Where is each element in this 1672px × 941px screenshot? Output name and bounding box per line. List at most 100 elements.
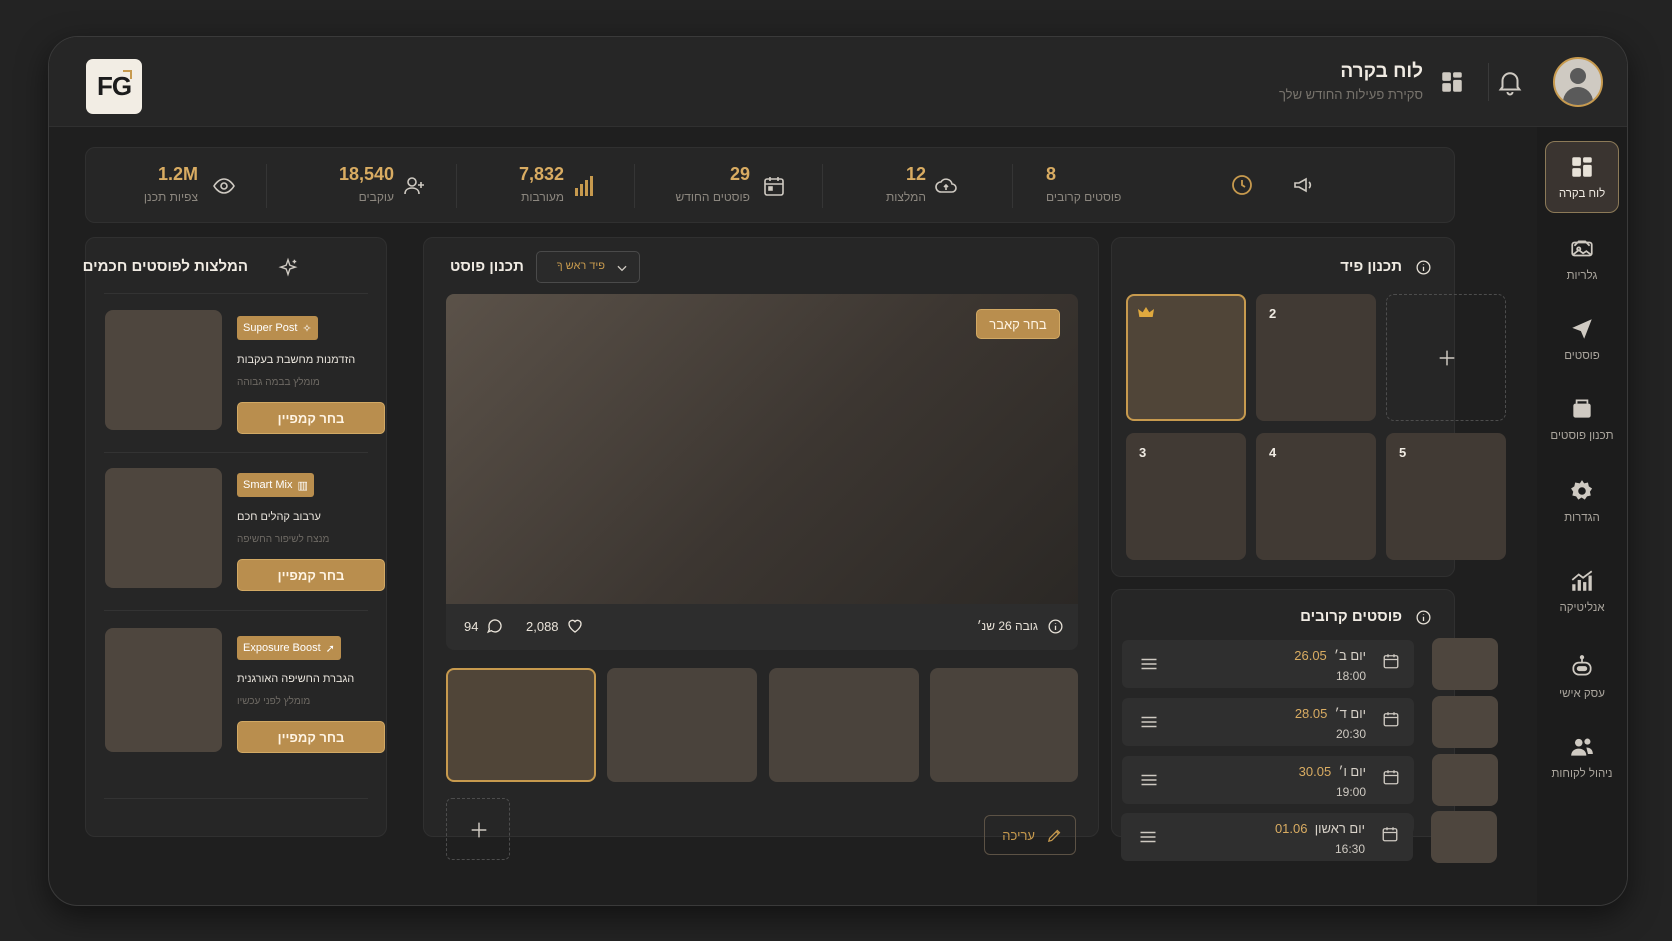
- top-bar: FG לוח בקרה סקירת פעילות החודש שלך: [49, 37, 1627, 127]
- recommendation-subtitle: מומלץ בבמה גבוהה: [237, 377, 320, 388]
- recommendation-thumbnail[interactable]: [105, 628, 222, 752]
- tag-smart-mix: Smart Mix ▥: [237, 473, 314, 497]
- choose-campaign-button[interactable]: בחר קמפיין: [237, 559, 385, 591]
- choose-campaign-button[interactable]: בחר קמפיין: [237, 402, 385, 434]
- stat-monthly-posts: 29 פוסטים החודש: [656, 164, 786, 208]
- recommendation-title: הגברת החשיפה האורגנית: [237, 673, 355, 685]
- megaphone-icon[interactable]: [1292, 173, 1316, 197]
- plus-icon: [471, 822, 487, 838]
- drag-handle-icon[interactable]: [1140, 656, 1158, 672]
- post-frame-3[interactable]: [769, 668, 919, 782]
- plus-icon: [1439, 350, 1455, 366]
- drag-handle-icon[interactable]: [1140, 772, 1158, 788]
- stat-views: 1.2M צפיות תכנן: [142, 164, 262, 208]
- comments-count: 94: [464, 619, 479, 634]
- robot-icon: [1572, 655, 1592, 676]
- nav-business[interactable]: עסק אישי: [1545, 641, 1619, 713]
- feed-tile-1[interactable]: [1126, 294, 1246, 421]
- feed-tile-3[interactable]: 3: [1126, 433, 1246, 560]
- nav-settings[interactable]: הגדרות: [1545, 465, 1619, 537]
- cloud-icon: [935, 178, 957, 193]
- calendar-icon: [1383, 712, 1399, 727]
- upcoming-post-thumbnail[interactable]: [1432, 696, 1498, 748]
- post-preview-image[interactable]: [446, 294, 1078, 604]
- calendar-icon: [1383, 654, 1399, 669]
- tag-super-post: Super Post ✧: [237, 316, 318, 340]
- recommendation-title: הזדמנות מחשבת בעקבות: [237, 354, 356, 366]
- grid-icon[interactable]: [1439, 69, 1465, 95]
- post-frame-4[interactable]: [930, 668, 1078, 782]
- recommendation-thumbnail[interactable]: [105, 310, 222, 430]
- user-plus-icon: [404, 177, 424, 195]
- recommendations-title: המלצות לפוסטים חכמים: [82, 258, 248, 275]
- upcoming-post-thumbnail[interactable]: [1432, 754, 1498, 806]
- nav-dashboard[interactable]: לוח בקרה: [1545, 141, 1619, 213]
- analytics-icon: [1571, 570, 1593, 591]
- info-icon[interactable]: [1047, 618, 1064, 635]
- pencil-icon: [1047, 829, 1061, 843]
- page-subtitle: סקירת פעילות החודש שלך: [1279, 87, 1423, 102]
- nav-post-planning[interactable]: תכנון פוסטים: [1545, 383, 1619, 455]
- feed-tile-2[interactable]: 2: [1256, 294, 1376, 421]
- upcoming-post-row[interactable]: יום ראשון 01.06 16:30: [1121, 813, 1413, 861]
- recommendation-title: ערבוב קהלים חכם: [237, 511, 321, 523]
- choose-campaign-button[interactable]: בחר קמפיין: [237, 721, 385, 753]
- comment-icon[interactable]: [486, 617, 504, 635]
- planner-icon: [1573, 399, 1591, 418]
- app-window: FG לוח בקרה סקירת פעילות החודש שלך לוח ב…: [48, 36, 1628, 906]
- feed-dropdown[interactable]: פיד ראש ךָ: [536, 251, 640, 283]
- edit-button[interactable]: עריכה: [984, 815, 1076, 855]
- upcoming-post-thumbnail[interactable]: [1432, 638, 1498, 690]
- feed-tile-5[interactable]: 5: [1386, 433, 1506, 560]
- choose-cover-button[interactable]: בחר קאבר: [976, 309, 1060, 339]
- page-title: לוח בקרה: [1340, 61, 1423, 82]
- post-planner-panel: תכנון פוסט פיד ראש ךָ בחר קאבר 94 2,088 …: [423, 237, 1099, 860]
- upcoming-post-row[interactable]: יום ד׳ 28.05 20:30: [1122, 698, 1414, 746]
- recommendations-panel: המלצות לפוסטים חכמים Super Post ✧ הזדמנות…: [82, 237, 387, 837]
- crown-icon: [1138, 307, 1154, 317]
- stat-recommendations: 12 המלצות: [842, 164, 962, 208]
- stats-bar: 1.2M צפיות תכנן 18,540 עוקבים 7,832 מעור…: [85, 147, 1455, 223]
- upcoming-posts-panel: פוסטים קרובים יום ב׳ 26.05 18:00 יום ד׳ …: [1111, 589, 1498, 837]
- calendar-icon: [764, 177, 784, 196]
- bell-icon[interactable]: [1495, 67, 1525, 97]
- recommendation-subtitle: מומלץ לפני עכשיו: [237, 696, 311, 707]
- feed-tile-4[interactable]: 4: [1256, 433, 1376, 560]
- feed-planner-panel: תכנון פיד 2 3 4 5: [1111, 237, 1506, 577]
- nav-clients[interactable]: ניהול לקוחות: [1545, 721, 1619, 793]
- dashboard-icon: [1572, 157, 1592, 177]
- nav-analytics[interactable]: אנליטיקה: [1545, 555, 1619, 627]
- post-frame-2[interactable]: [607, 668, 757, 782]
- info-icon[interactable]: [1415, 259, 1432, 276]
- sparkle-icon: [278, 257, 298, 277]
- drag-handle-icon[interactable]: [1140, 714, 1158, 730]
- tag-exposure-boost: Exposure Boost ➚: [237, 636, 341, 660]
- upcoming-post-row[interactable]: יום ו׳ 30.05 19:00: [1122, 756, 1414, 804]
- side-nav: לוח בקרה גלריות פוסטים תכנון פוסטים הגדר…: [1537, 127, 1627, 905]
- gallery-icon: [1571, 240, 1593, 257]
- likes-count: 2,088: [526, 619, 559, 634]
- chevron-down-icon: [617, 265, 627, 272]
- post-frame-1[interactable]: [446, 668, 596, 782]
- send-icon: [1572, 319, 1592, 339]
- add-feed-tile-button[interactable]: [1386, 294, 1506, 421]
- brand-logo[interactable]: FG: [86, 59, 142, 114]
- stat-upcoming-posts: 8 פוסטים קרובים: [1046, 164, 1122, 204]
- info-icon[interactable]: [1415, 609, 1432, 626]
- stat-engagement: 7,832 מעורבות: [496, 164, 594, 208]
- heart-icon[interactable]: [566, 617, 584, 635]
- drag-handle-icon[interactable]: [1139, 829, 1157, 845]
- feed-planner-title: תכנון פיד: [1340, 258, 1402, 275]
- users-icon: [1571, 738, 1593, 756]
- stat-followers: 18,540 עוקבים: [314, 164, 440, 208]
- recommendation-subtitle: מנצח לשיפור החשיפה: [237, 534, 330, 545]
- nav-posts[interactable]: פוסטים: [1545, 303, 1619, 375]
- calendar-icon: [1382, 827, 1398, 842]
- upcoming-post-row[interactable]: יום ב׳ 26.05 18:00: [1122, 640, 1414, 688]
- user-avatar[interactable]: [1553, 57, 1603, 107]
- recommendation-thumbnail[interactable]: [105, 468, 222, 588]
- add-frame-button[interactable]: [446, 798, 510, 860]
- upcoming-post-thumbnail[interactable]: [1431, 811, 1497, 863]
- nav-galleries[interactable]: גלריות: [1545, 223, 1619, 295]
- clock-icon: [1232, 175, 1252, 195]
